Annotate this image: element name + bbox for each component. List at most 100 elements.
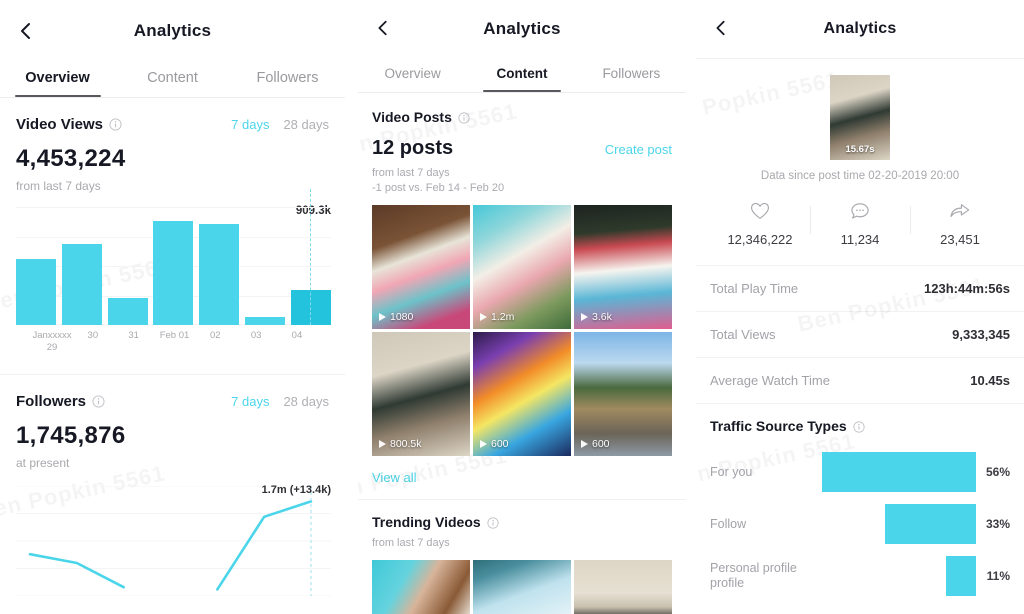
metric-value: 123h:44m:56s [924, 281, 1010, 296]
post-views: 600 [581, 438, 610, 450]
post-thumbnail[interactable]: 1080 [372, 205, 470, 329]
video-views-title: Video Views [16, 116, 103, 133]
traffic-bar [945, 556, 976, 596]
post-views: 600 [480, 438, 509, 450]
section-divider [696, 403, 1024, 404]
traffic-percent: 33% [985, 517, 1010, 531]
back-icon[interactable] [712, 19, 732, 39]
followers-note: at present [16, 456, 70, 470]
range-28-days[interactable]: 28 days [283, 117, 329, 132]
bar [153, 221, 194, 325]
post-views-label: 600 [491, 438, 509, 450]
tab-overview[interactable]: Overview [358, 58, 467, 92]
info-icon[interactable] [109, 118, 122, 131]
range-7-days[interactable]: 7 days [231, 394, 269, 409]
traffic-source-title: Traffic Source Types [710, 418, 847, 434]
create-post-button[interactable]: Create post [605, 142, 672, 157]
table-row: Total Views 9,333,345 [696, 311, 1024, 357]
play-icon [480, 440, 487, 448]
post-views-label: 1.2m [491, 311, 515, 323]
range-7-days[interactable]: 7 days [231, 117, 269, 132]
traffic-label: Follow [710, 516, 747, 531]
video-posts-count-row: 12 posts Create post [358, 137, 686, 160]
trending-videos-title: Trending Videos [372, 514, 481, 530]
range-28-days[interactable]: 28 days [283, 394, 329, 409]
info-icon[interactable] [92, 395, 105, 408]
video-posts-count: 12 posts [372, 137, 454, 159]
bar [245, 316, 286, 325]
bar-column [153, 207, 194, 325]
tab-content[interactable]: Content [115, 62, 230, 97]
followers-header: Followers 7 days 28 days [0, 393, 345, 410]
bar-column [107, 207, 148, 325]
followers-title: Followers [16, 393, 87, 410]
traffic-percent: 56% [985, 465, 1010, 479]
traffic-row: For you 56% [710, 446, 1010, 498]
trending-thumbnail[interactable] [574, 560, 672, 614]
share-icon [949, 202, 971, 225]
post-views-label: 600 [592, 438, 610, 450]
x-axis-label: Janxxxxx 29 [32, 330, 72, 353]
trending-thumbnail[interactable] [372, 560, 470, 614]
page-title: Analytics [133, 21, 212, 40]
traffic-label: For you [710, 464, 753, 479]
bar-column [290, 189, 331, 325]
play-icon [581, 440, 588, 448]
bar-column [199, 207, 240, 325]
trending-videos-grid [358, 560, 686, 614]
data-since-label: Data since post time 02-20-2019 20:00 [760, 170, 960, 182]
post-thumbnail[interactable]: 800.5k [372, 332, 470, 456]
shares-count: 23,451 [940, 232, 980, 247]
video-posts-title: Video Posts [372, 109, 452, 125]
trending-thumbnail[interactable] [473, 560, 571, 614]
followers-range: 7 days 28 days [231, 394, 329, 409]
back-icon[interactable] [16, 21, 36, 41]
tab-followers[interactable]: Followers [230, 62, 345, 97]
traffic-source-chart: For you 56% Follow 33% Personal profile prof… [696, 446, 1024, 602]
play-icon [480, 313, 487, 321]
tab-followers[interactable]: Followers [577, 58, 686, 92]
traffic-bar-area [822, 452, 976, 492]
overview-tabs: Overview Content Followers [0, 62, 345, 98]
video-posts-note-2: -1 post vs. Feb 14 - Feb 20 [372, 182, 505, 194]
info-icon[interactable] [853, 420, 866, 433]
x-axis-label: Feb 01 [159, 330, 190, 341]
page-title: Analytics [483, 19, 561, 38]
metric-label: Total Play Time [710, 281, 799, 296]
back-icon[interactable] [374, 19, 394, 39]
view-all-link[interactable]: View all [358, 470, 686, 485]
traffic-bar-area [822, 504, 976, 544]
x-axis-label: 02 [210, 330, 221, 341]
play-icon [379, 313, 386, 321]
traffic-bar [885, 504, 976, 544]
post-thumbnail[interactable]: 600 [473, 332, 571, 456]
post-views: 1.2m [480, 311, 514, 323]
bar-column [61, 207, 102, 325]
post-thumbnail[interactable]: 1.2m [473, 205, 571, 329]
followers-line-svg [16, 486, 331, 596]
post-views-label: 800.5k [390, 438, 422, 450]
video-thumbnail[interactable]: 15.67s [830, 75, 890, 160]
bar-column [245, 207, 286, 325]
bar [199, 223, 240, 325]
content-tabs: Overview Content Followers [358, 58, 686, 93]
panel-gap [345, 0, 358, 614]
tab-content[interactable]: Content [467, 58, 576, 92]
trending-videos-header: Trending Videos [358, 514, 686, 530]
info-icon[interactable] [458, 111, 471, 124]
stat-comments: 11,234 [810, 202, 910, 247]
info-icon[interactable] [487, 516, 500, 529]
stat-shares: 23,451 [910, 202, 1010, 247]
video-topbar: Analytics [696, 0, 1024, 58]
tab-overview[interactable]: Overview [0, 62, 115, 97]
post-thumbnail[interactable]: 600 [574, 332, 672, 456]
panel-gap [686, 0, 696, 614]
x-axis-label: 03 [250, 330, 262, 341]
table-row: Total Play Time 123h:44m:56s [696, 265, 1024, 311]
traffic-bar-area [822, 556, 976, 596]
analytics-screenshots: Ben Popkin 5561 Ben Popkin 5561 Analytic… [0, 0, 1024, 614]
video-posts-note-1: from last 7 days [372, 167, 450, 179]
post-thumbnail[interactable]: 3.6k [574, 205, 672, 329]
play-icon [379, 440, 386, 448]
traffic-bar [822, 452, 976, 492]
